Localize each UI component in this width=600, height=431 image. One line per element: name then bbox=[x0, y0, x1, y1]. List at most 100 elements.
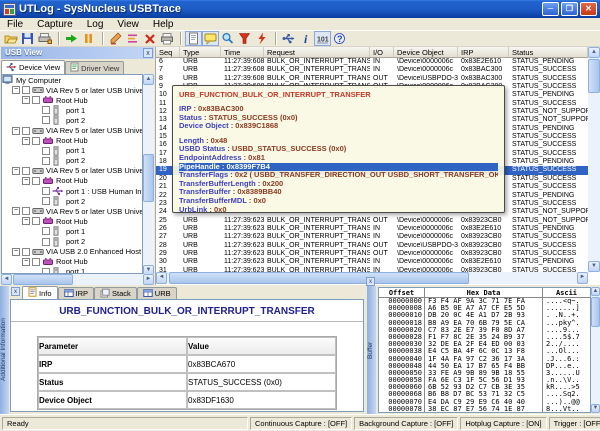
table-row[interactable]: 30URB11:27:39:623BULK_OR_INTERRUPT_TRANS… bbox=[156, 258, 588, 266]
tab-irp[interactable]: IRP bbox=[58, 287, 95, 299]
tree-item-port-2[interactable]: port 2 bbox=[2, 196, 142, 206]
binary-view-icon[interactable]: 101 bbox=[314, 31, 331, 46]
tree-item-port-1-usb-human-interface-d[interactable]: port 1 : USB Human Interface D bbox=[2, 186, 142, 196]
tree-item-port-1[interactable]: port 1 bbox=[2, 105, 142, 115]
tree-checkbox[interactable] bbox=[42, 157, 50, 165]
close-button[interactable]: ✕ bbox=[580, 2, 597, 16]
tree-expander[interactable]: − bbox=[22, 258, 30, 266]
tree-item-port-1[interactable]: port 1 bbox=[2, 226, 142, 236]
tree-checkbox[interactable] bbox=[42, 187, 50, 195]
menu-file[interactable]: File bbox=[0, 18, 30, 31]
tree-checkbox[interactable] bbox=[22, 127, 30, 135]
open-icon[interactable] bbox=[2, 31, 19, 46]
tab-device-view[interactable]: Device View bbox=[1, 60, 65, 74]
tree-expander[interactable]: − bbox=[12, 248, 20, 256]
hex-vscrollbar[interactable]: ▲ ▼ bbox=[591, 287, 600, 413]
tree-checkbox[interactable] bbox=[32, 217, 40, 225]
tree-expander[interactable]: − bbox=[22, 217, 30, 225]
tab-urb[interactable]: URB bbox=[137, 287, 177, 299]
save-icon[interactable] bbox=[19, 31, 36, 46]
tree-item-my-computer[interactable]: My Computer bbox=[2, 75, 142, 85]
column-header-seq[interactable]: Seq bbox=[156, 47, 180, 57]
tree-item-via-rev-5-or-later-usb-universal-host-c[interactable]: −VIA Rev 5 or later USB Universal Host C bbox=[2, 125, 142, 135]
tree-checkbox[interactable] bbox=[42, 106, 50, 114]
tree-vscrollbar[interactable]: ▲ ▼ bbox=[143, 74, 154, 276]
table-row[interactable]: 7URB11:27:39:608BULK_OR_INTERRUPT_TRANSF… bbox=[156, 66, 588, 74]
menu-view[interactable]: View bbox=[110, 18, 146, 31]
table-row[interactable]: 25URB11:27:39:623BULK_OR_INTERRUPT_TRANS… bbox=[156, 217, 588, 225]
table-row[interactable]: 6URB11:27:39:608BULK_OR_INTERRUPT_TRANSF… bbox=[156, 58, 588, 66]
tree-item-via-rev-5-or-later-usb-universal-host-c[interactable]: −VIA Rev 5 or later USB Universal Host C bbox=[2, 166, 142, 176]
column-header-irp[interactable]: IRP bbox=[458, 47, 509, 57]
search-icon[interactable] bbox=[219, 31, 236, 46]
hex-row[interactable]: 0000007838 EC 87 E7 56 74 1E 878...Vt.. bbox=[379, 406, 590, 413]
title-bar[interactable]: UTLog - SysNucleus USBTrace ─ ❐ ✕ bbox=[0, 0, 600, 18]
tree-item-port-2[interactable]: port 2 bbox=[2, 237, 142, 247]
pause-capture-icon[interactable] bbox=[80, 31, 97, 46]
tree-checkbox[interactable] bbox=[22, 86, 30, 94]
export-icon[interactable] bbox=[36, 31, 53, 46]
tree-checkbox[interactable] bbox=[22, 207, 30, 215]
column-header-io[interactable]: I/O bbox=[370, 47, 394, 57]
tree-checkbox[interactable] bbox=[32, 177, 40, 185]
minimize-button[interactable]: ─ bbox=[542, 2, 559, 16]
tree-item-port-1[interactable]: port 1 bbox=[2, 146, 142, 156]
tree-item-port-2[interactable]: port 2 bbox=[2, 156, 142, 166]
tree-item-root-hub[interactable]: −Root Hub bbox=[2, 176, 142, 186]
tree-expander[interactable]: − bbox=[22, 137, 30, 145]
table-row[interactable]: 8URB11:27:39:608BULK_OR_INTERRUPT_TRANSF… bbox=[156, 75, 588, 83]
tree-checkbox[interactable] bbox=[42, 227, 50, 235]
help-icon[interactable]: ? bbox=[331, 31, 348, 46]
tree-hscrollbar[interactable]: ◄ ► bbox=[1, 274, 154, 285]
maximize-button[interactable]: ❐ bbox=[561, 2, 578, 16]
tree-expander[interactable]: − bbox=[12, 127, 20, 135]
trace-vscrollbar[interactable]: ▲ ▼ bbox=[588, 47, 600, 272]
tree-item-port-1[interactable]: port 1 bbox=[2, 267, 142, 274]
tree-expander[interactable]: − bbox=[12, 207, 20, 215]
doc-view-icon[interactable] bbox=[185, 31, 202, 46]
tree-checkbox[interactable] bbox=[42, 197, 50, 205]
trigger-icon[interactable] bbox=[253, 31, 270, 46]
tree-item-via-rev-5-or-later-usb-universal-host-c[interactable]: −VIA Rev 5 or later USB Universal Host C bbox=[2, 85, 142, 95]
info-icon[interactable]: i bbox=[297, 31, 314, 46]
tree-checkbox[interactable] bbox=[42, 238, 50, 246]
trace-table-header[interactable]: SeqTypeTimeRequestI/ODevice ObjectIRPSta… bbox=[156, 47, 588, 58]
tree-expander[interactable]: − bbox=[22, 96, 30, 104]
table-row[interactable]: 28URB11:27:39:623BULK_OR_INTERRUPT_TRANS… bbox=[156, 242, 588, 250]
usb-view-close-icon[interactable]: x bbox=[143, 48, 153, 58]
tree-item-root-hub[interactable]: −Root Hub bbox=[2, 95, 142, 105]
tab-info[interactable]: Info bbox=[22, 286, 58, 299]
tree-expander[interactable]: − bbox=[22, 177, 30, 185]
column-header-status[interactable]: Status bbox=[509, 47, 588, 57]
menu-capture[interactable]: Capture bbox=[30, 18, 80, 31]
column-header-time[interactable]: Time bbox=[221, 47, 264, 57]
tree-item-via-rev-5-or-later-usb-universal-host-c[interactable]: −VIA Rev 5 or later USB Universal Host C bbox=[2, 206, 142, 216]
tab-driver-view[interactable]: Driver View bbox=[65, 61, 124, 74]
table-row[interactable]: 27URB11:27:39:623BULK_OR_INTERRUPT_TRANS… bbox=[156, 233, 588, 241]
tree-item-root-hub[interactable]: −Root Hub bbox=[2, 257, 142, 267]
tree-checkbox[interactable] bbox=[32, 137, 40, 145]
log-lines-icon[interactable] bbox=[124, 31, 141, 46]
tree-item-via-usb-2-0-enhanced-host-controller[interactable]: −VIA USB 2.0 Enhanced Host Controller bbox=[2, 247, 142, 257]
start-capture-icon[interactable] bbox=[63, 31, 80, 46]
print-icon[interactable] bbox=[158, 31, 175, 46]
edit-log-icon[interactable] bbox=[107, 31, 124, 46]
buffer-strip[interactable]: Buffer bbox=[367, 286, 376, 414]
tree-checkbox[interactable] bbox=[22, 248, 30, 256]
column-header-request[interactable]: Request bbox=[264, 47, 370, 57]
tree-item-root-hub[interactable]: −Root Hub bbox=[2, 216, 142, 226]
tree-item-port-2[interactable]: port 2 bbox=[2, 115, 142, 125]
info-pane-close-icon[interactable]: x bbox=[11, 287, 20, 296]
tree-expander[interactable]: − bbox=[12, 167, 20, 175]
tree-item-root-hub[interactable]: −Root Hub bbox=[2, 136, 142, 146]
tree-checkbox[interactable] bbox=[42, 116, 50, 124]
tree-checkbox[interactable] bbox=[42, 147, 50, 155]
column-header-deviceobject[interactable]: Device Object bbox=[394, 47, 458, 57]
tree-expander[interactable]: − bbox=[12, 86, 20, 94]
column-header-type[interactable]: Type bbox=[180, 47, 221, 57]
additional-info-strip[interactable]: Additional Information bbox=[0, 286, 9, 414]
table-row[interactable]: 26URB11:27:39:623BULK_OR_INTERRUPT_TRANS… bbox=[156, 225, 588, 233]
table-row[interactable]: 29URB11:27:39:623BULK_OR_INTERRUPT_TRANS… bbox=[156, 250, 588, 258]
tree-checkbox[interactable] bbox=[22, 167, 30, 175]
menu-log[interactable]: Log bbox=[80, 18, 111, 31]
